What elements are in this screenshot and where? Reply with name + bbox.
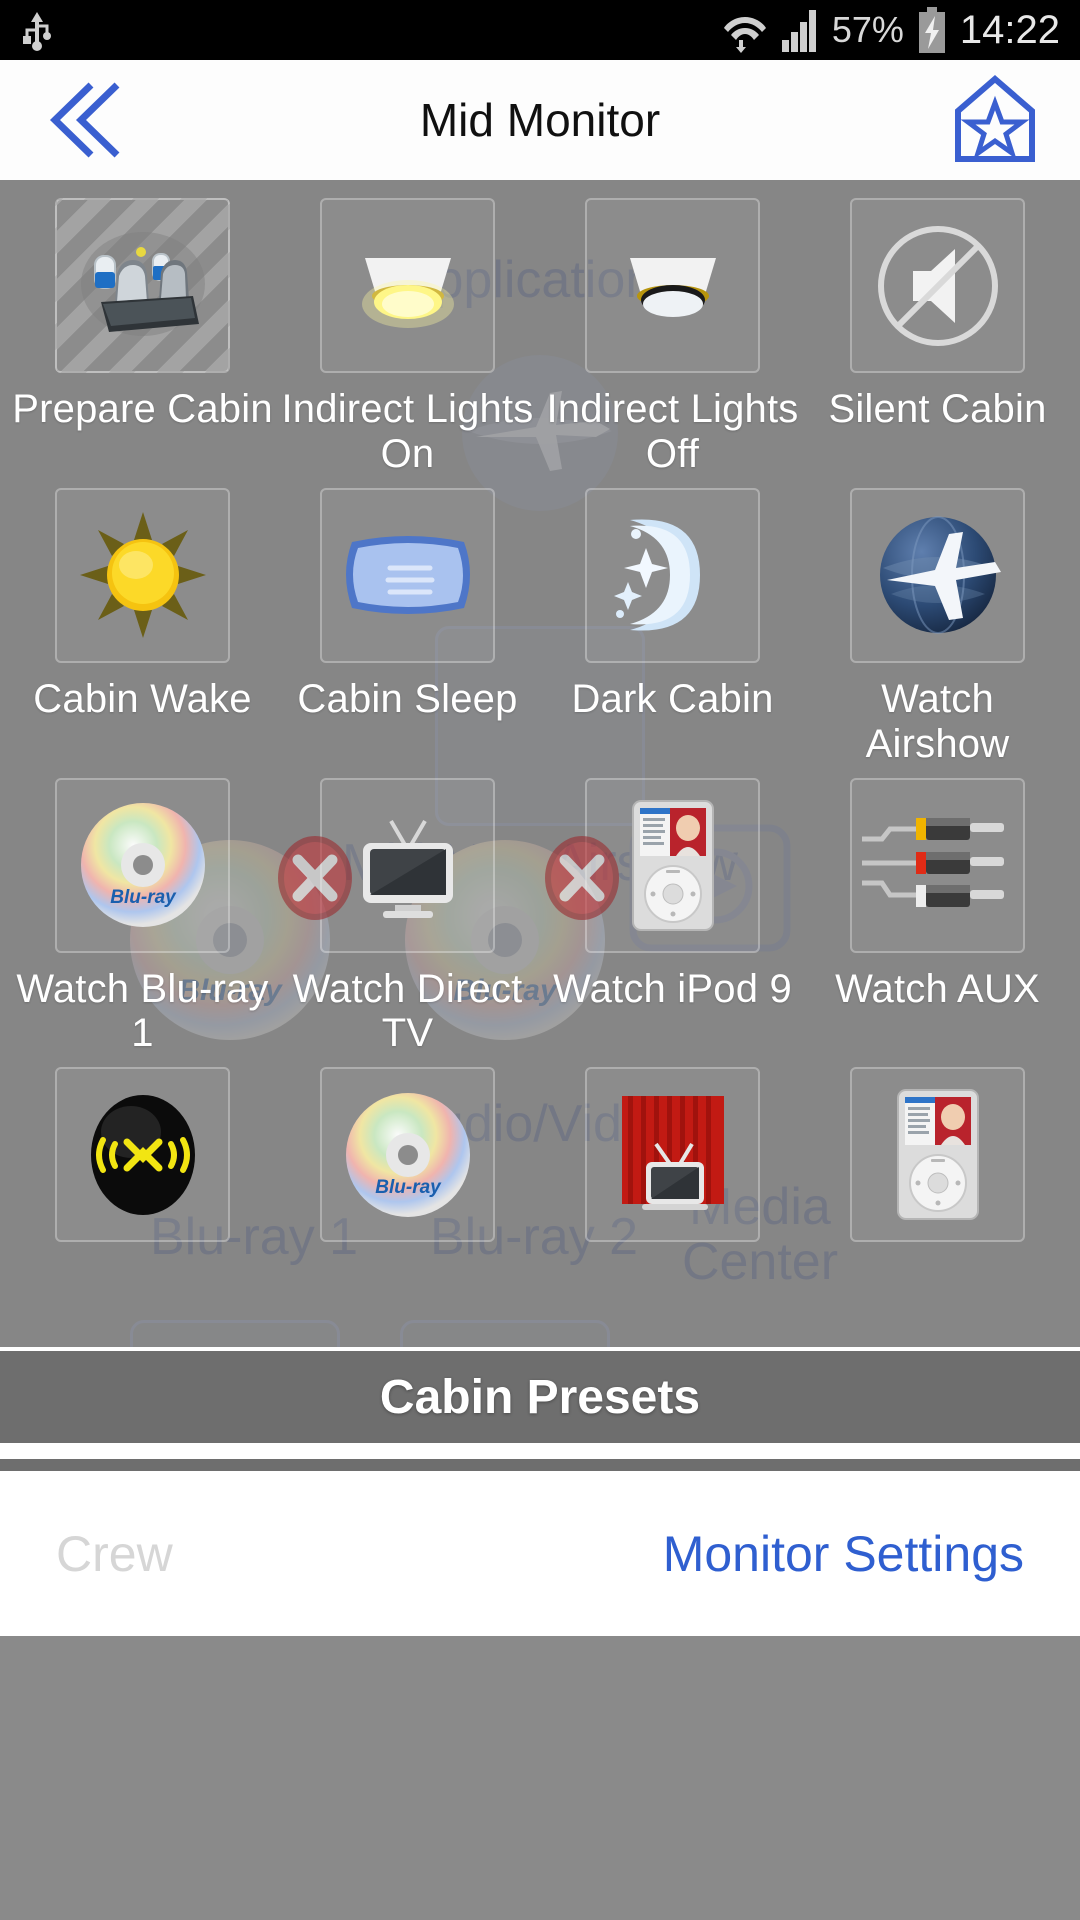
cabin-seats-icon: [73, 226, 213, 346]
preset-watch-airshow[interactable]: Watch Airshow: [805, 478, 1070, 768]
preset-label: Dark Cabin: [571, 676, 774, 721]
preset-tile: [585, 487, 760, 663]
preset-indirect-lights-off[interactable]: Indirect Lights Off: [540, 188, 805, 478]
error-x-badge-icon: [541, 832, 623, 924]
preset-label: Cabin Wake: [33, 676, 252, 721]
preset-silent-cabin[interactable]: Silent Cabin: [805, 188, 1070, 478]
preset-tile: [850, 777, 1025, 953]
preset-tile: [545, 777, 760, 953]
moon-stars-icon: [598, 510, 748, 640]
status-bar-right: 57% 14:22: [722, 7, 1060, 53]
preset-watch-direct-tv[interactable]: Watch Direct TV: [275, 768, 540, 1058]
preset-cabin-wake[interactable]: Cabin Wake: [10, 478, 275, 768]
bluray-disc-icon: Blu-ray: [343, 1090, 473, 1220]
preset-tile: [585, 1067, 760, 1243]
status-bar: 57% 14:22: [0, 0, 1080, 60]
status-bar-left: [20, 8, 54, 52]
spacer: [0, 1443, 1080, 1459]
preset-label: Watch iPod 9: [553, 966, 792, 1011]
preset-dark-cabin[interactable]: Dark Cabin: [540, 478, 805, 768]
preset-label: Indirect Lights Off: [546, 387, 799, 476]
monitor-settings-button[interactable]: Monitor Settings: [663, 1525, 1024, 1583]
preset-tile: [585, 198, 760, 373]
battery-percent-label: 57%: [831, 9, 904, 50]
preset-tile: [850, 198, 1025, 373]
television-icon: [343, 805, 473, 925]
preset-tile: [55, 1067, 230, 1243]
divider: [0, 1459, 1080, 1471]
preset-tile: [55, 198, 230, 373]
ceiling-light-off-icon: [598, 226, 748, 346]
wifi-icon: [722, 7, 768, 53]
sun-icon: [78, 510, 208, 640]
preset-label: Watch Blu-ray 1: [16, 966, 269, 1056]
svg-text:Blu-ray: Blu-ray: [375, 1177, 442, 1198]
svg-text:Blu-ray: Blu-ray: [110, 887, 177, 908]
rca-cables-icon: [860, 805, 1015, 925]
preset-tile: [850, 1067, 1025, 1243]
pillow-icon: [338, 520, 478, 630]
preset-tile: Blu-ray: [55, 777, 230, 953]
ceiling-light-on-icon: [333, 226, 483, 346]
preset-indirect-lights-on[interactable]: Indirect Lights On: [275, 188, 540, 478]
theater-tv-icon: [608, 1090, 738, 1220]
preset-tile: [320, 198, 495, 373]
page-title: Mid Monitor: [419, 94, 661, 146]
ipod-icon: [892, 1087, 984, 1222]
favorite-star-icon: [952, 75, 1038, 165]
crew-button[interactable]: Crew: [56, 1525, 173, 1583]
preset-label: Prepare Cabin: [12, 387, 273, 431]
preset-bluray-2[interactable]: Blu-ray: [275, 1057, 540, 1347]
airplane-globe-icon: [873, 510, 1003, 640]
bottom-nav: Crew Monitor Settings: [0, 1471, 1080, 1636]
usb-icon: [20, 8, 54, 52]
clock-label: 14:22: [959, 7, 1060, 52]
favorite-button[interactable]: [940, 70, 1050, 170]
preset-grid-area: Applications Mid Mon Airshow Audio/Video: [0, 180, 1080, 1347]
cabin-presets-bar[interactable]: Cabin Presets: [0, 1347, 1080, 1443]
preset-tile: [55, 487, 230, 663]
preset-label: Silent Cabin: [828, 387, 1047, 431]
mute-speaker-icon: [873, 221, 1003, 351]
cabin-presets-label: Cabin Presets: [379, 1370, 701, 1424]
battery-charging-icon: [916, 7, 948, 53]
back-button[interactable]: [30, 70, 140, 170]
preset-label: Watch Airshow: [865, 676, 1010, 766]
preset-tile: [278, 777, 495, 953]
preset-label: Watch AUX: [835, 966, 1040, 1011]
preset-label: Indirect Lights On: [281, 387, 534, 476]
preset-xm-radio[interactable]: [10, 1057, 275, 1347]
bluray-disc-icon: Blu-ray: [78, 800, 208, 930]
preset-watch-bluray-1[interactable]: Blu-ray Watch Blu-ray 1: [10, 768, 275, 1058]
preset-watch-aux[interactable]: Watch AUX: [805, 768, 1070, 1058]
xm-radio-icon: [83, 1090, 203, 1220]
preset-grid: Prepare Cabin Indirect Lights On Indirec…: [0, 180, 1080, 1347]
back-chevron-icon: [45, 79, 125, 161]
ipod-icon: [627, 798, 719, 933]
preset-tile: [320, 487, 495, 663]
preset-watch-ipod-9[interactable]: Watch iPod 9: [540, 768, 805, 1058]
cellular-signal-icon: [780, 8, 820, 52]
preset-label: Watch Direct TV: [292, 966, 523, 1056]
preset-ipod-2[interactable]: [805, 1057, 1070, 1347]
preset-theater-tv[interactable]: [540, 1057, 805, 1347]
preset-tile: [850, 487, 1025, 663]
preset-label: Cabin Sleep: [297, 676, 518, 721]
preset-tile: Blu-ray: [320, 1067, 495, 1243]
preset-prepare-cabin[interactable]: Prepare Cabin: [10, 188, 275, 478]
preset-cabin-sleep[interactable]: Cabin Sleep: [275, 478, 540, 768]
app-header: Mid Monitor: [0, 60, 1080, 180]
